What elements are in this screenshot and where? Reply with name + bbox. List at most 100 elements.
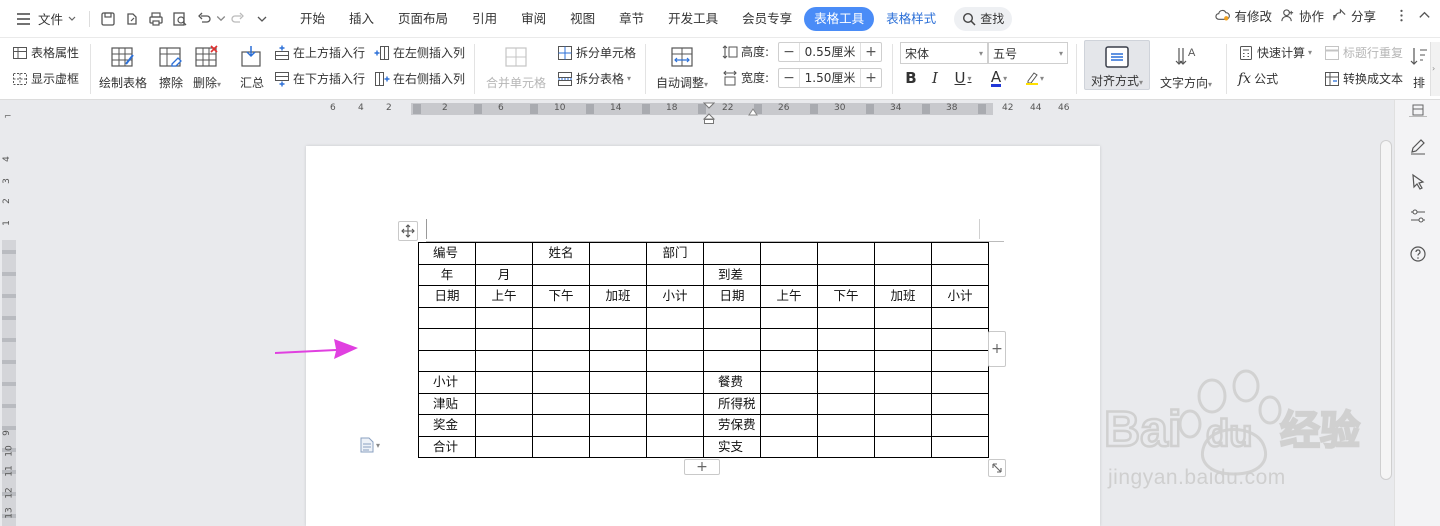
split-cells-button[interactable]: 拆分单元格 xyxy=(557,44,636,61)
table-cell[interactable] xyxy=(532,371,590,394)
tab-insert[interactable]: 插入 xyxy=(337,7,386,31)
font-size-select[interactable]: 五号 ▾ xyxy=(988,42,1068,64)
table-cell[interactable] xyxy=(931,306,989,329)
delete-button[interactable]: 删除▾ xyxy=(193,42,221,91)
table-cell[interactable] xyxy=(646,263,704,286)
highlight-button[interactable]: ▾ xyxy=(1020,68,1048,88)
table-cell[interactable] xyxy=(931,371,989,394)
table-cell[interactable] xyxy=(931,392,989,415)
table-cell[interactable] xyxy=(418,306,476,329)
table-cell[interactable] xyxy=(589,328,647,351)
quick-calc-button[interactable]: 快速计算 ▾ xyxy=(1238,44,1312,61)
data-table[interactable]: 编号 姓名 部门年月到差 日期 上午 下午 加班 小计 日期 上午 下午 加班 小计 小计 餐费 津贴 所得税奖… xyxy=(418,242,989,458)
tab-section[interactable]: 章节 xyxy=(607,7,656,31)
table-cell[interactable] xyxy=(874,371,932,394)
ruler-column-marker[interactable] xyxy=(586,104,594,114)
edit-tool-button[interactable] xyxy=(1408,136,1428,156)
tab-references[interactable]: 引用 xyxy=(460,7,509,31)
table-cell[interactable]: 加班 xyxy=(589,285,647,308)
horizontal-ruler[interactable]: 6 4 2 2 6 10 14 18 22 26 30 34 38 42 44 46 xyxy=(0,100,1370,124)
table-cell[interactable] xyxy=(475,242,533,265)
table-cell[interactable] xyxy=(532,306,590,329)
table-cell[interactable] xyxy=(646,392,704,415)
summary-button[interactable]: 汇总 xyxy=(239,42,265,91)
vertical-ruler[interactable]: 4 3 2 1 9 10 11 12 13 xyxy=(0,118,18,526)
redo-button[interactable] xyxy=(226,6,250,32)
insert-col-right-button[interactable]: 在右侧插入列 xyxy=(374,70,465,87)
table-cell[interactable]: 劳保费 xyxy=(703,414,761,437)
table-cell[interactable] xyxy=(874,392,932,415)
file-menu[interactable]: 文件 xyxy=(10,6,83,32)
tab-developer[interactable]: 开发工具 xyxy=(656,7,730,31)
split-table-button[interactable]: 拆分表格 ▾ xyxy=(557,70,631,87)
add-row-button[interactable]: + xyxy=(684,459,720,475)
table-cell[interactable] xyxy=(532,263,590,286)
table-cell[interactable]: 年 xyxy=(418,263,476,286)
indent-marker-icon[interactable] xyxy=(703,102,715,124)
font-color-button[interactable]: A ▾ xyxy=(986,68,1012,88)
table-cell[interactable]: 实支 xyxy=(703,435,761,458)
save-button[interactable] xyxy=(96,6,120,32)
italic-button[interactable]: I xyxy=(926,68,944,88)
ruler-column-marker[interactable] xyxy=(642,104,650,114)
vertical-scrollbar[interactable] xyxy=(1380,140,1392,480)
ribbon-scroll-right[interactable]: › xyxy=(1430,42,1440,96)
table-cell[interactable] xyxy=(703,306,761,329)
table-cell[interactable] xyxy=(475,349,533,372)
table-cell[interactable] xyxy=(817,371,875,394)
undo-dropdown[interactable] xyxy=(216,6,226,32)
table-cell[interactable] xyxy=(589,371,647,394)
customize-quick-access[interactable] xyxy=(250,6,274,32)
table-cell[interactable] xyxy=(646,414,704,437)
table-cell[interactable] xyxy=(475,371,533,394)
table-cell[interactable] xyxy=(931,414,989,437)
table-cell[interactable] xyxy=(817,349,875,372)
export-button[interactable] xyxy=(120,6,144,32)
repeat-header-button[interactable]: 标题行重复 xyxy=(1324,44,1403,61)
table-cell[interactable] xyxy=(532,392,590,415)
tab-home[interactable]: 开始 xyxy=(288,7,337,31)
table-cell[interactable] xyxy=(931,349,989,372)
alignment-button[interactable]: 对齐方式▾ xyxy=(1084,40,1150,90)
merge-cells-button[interactable]: 合并单元格 xyxy=(486,42,546,91)
tab-view[interactable]: 视图 xyxy=(558,7,607,31)
height-increase-button[interactable]: + xyxy=(861,43,881,61)
table-properties-button[interactable]: 表格属性 xyxy=(12,44,79,61)
add-column-button[interactable]: + xyxy=(988,331,1006,367)
tab-page-layout[interactable]: 页面布局 xyxy=(386,7,460,31)
formula-button[interactable]: fx 公式 xyxy=(1238,70,1278,87)
table-cell[interactable] xyxy=(703,328,761,351)
table-cell[interactable] xyxy=(817,263,875,286)
sort-button[interactable]: 排 xyxy=(1410,42,1428,91)
width-value[interactable]: 1.50厘米 xyxy=(799,69,861,87)
table-cell[interactable]: 部门 xyxy=(646,242,704,265)
auto-fit-button[interactable]: 自动调整▾ xyxy=(656,42,708,91)
share-button[interactable]: 分享 xyxy=(1332,6,1376,25)
table-cell[interactable] xyxy=(589,349,647,372)
convert-to-text-button[interactable]: 转换成文本 xyxy=(1324,70,1403,87)
table-cell[interactable] xyxy=(874,242,932,265)
table-cell[interactable] xyxy=(646,328,704,351)
table-cell[interactable] xyxy=(760,349,818,372)
table-cell[interactable]: 小计 xyxy=(646,285,704,308)
table-cell[interactable] xyxy=(589,435,647,458)
table-cell[interactable] xyxy=(646,371,704,394)
table-cell[interactable] xyxy=(874,263,932,286)
table-cell[interactable] xyxy=(760,242,818,265)
table-cell[interactable] xyxy=(874,414,932,437)
table-cell[interactable] xyxy=(760,263,818,286)
table-cell[interactable] xyxy=(931,263,989,286)
tab-review[interactable]: 审阅 xyxy=(509,7,558,31)
more-options-button[interactable] xyxy=(1394,8,1409,23)
erase-button[interactable]: 擦除 xyxy=(158,42,184,91)
table-cell[interactable]: 小计 xyxy=(418,371,476,394)
table-cell[interactable] xyxy=(874,349,932,372)
table-cell[interactable]: 日期 xyxy=(703,285,761,308)
table-move-handle[interactable] xyxy=(398,221,418,241)
collapse-ribbon-button[interactable] xyxy=(1417,8,1432,23)
table-cell[interactable]: 下午 xyxy=(817,285,875,308)
table-cell[interactable] xyxy=(760,392,818,415)
table-cell[interactable]: 津贴 xyxy=(418,392,476,415)
table-cell[interactable] xyxy=(874,306,932,329)
table-cell[interactable]: 月 xyxy=(475,263,533,286)
